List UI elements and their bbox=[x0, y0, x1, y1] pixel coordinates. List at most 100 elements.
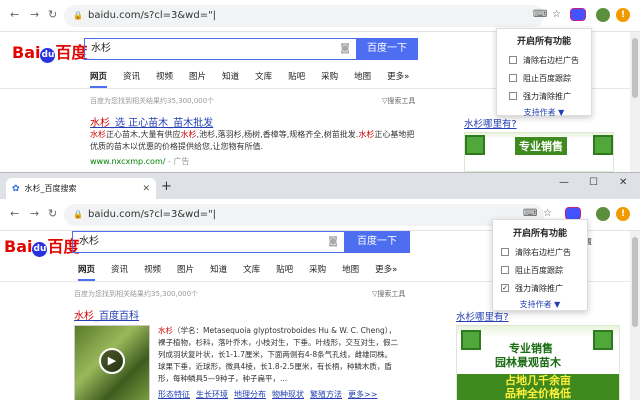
scrollbar[interactable] bbox=[630, 231, 640, 400]
camera-icon[interactable]: ◙ bbox=[340, 39, 350, 59]
update-icon[interactable]: ! bbox=[616, 207, 630, 221]
profile-avatar[interactable] bbox=[596, 207, 610, 221]
baidu-logo[interactable]: Baidu百度 bbox=[12, 39, 88, 63]
option-remove-sidebar-ads[interactable]: 清除右边栏广告 bbox=[497, 51, 591, 69]
desc-text: （学名：Metasequoia glyptostroboides Hu & W.… bbox=[173, 326, 397, 335]
extension-adblock-icon[interactable] bbox=[570, 8, 586, 21]
result-url-text: www.nxcxmp.com/ bbox=[90, 157, 166, 166]
address-bar[interactable]: 🔒 baidu.com/s?cl=3&wd="| bbox=[64, 204, 544, 226]
tab-tieba[interactable]: 贴吧 bbox=[288, 70, 305, 88]
baidu-logo[interactable]: Baidu百度 bbox=[4, 233, 80, 257]
side-ad-title[interactable]: 水杉哪里有? bbox=[464, 116, 517, 130]
scrollbar[interactable] bbox=[630, 32, 640, 172]
bookmark-star-icon[interactable]: ☆ bbox=[552, 9, 561, 20]
tab-video[interactable]: 视频 bbox=[144, 263, 161, 281]
desc-highlight: 水杉 bbox=[158, 326, 173, 335]
forward-icon[interactable]: → bbox=[30, 207, 39, 220]
tab-map[interactable]: 地图 bbox=[354, 70, 371, 88]
option-block-tracking[interactable]: 阻止百度跟踪 bbox=[497, 69, 591, 87]
tab-wenku[interactable]: 文库 bbox=[255, 70, 272, 88]
sublink-more[interactable]: 更多>> bbox=[348, 389, 377, 400]
back-icon[interactable]: ← bbox=[10, 207, 19, 220]
side-ad-image[interactable]: 专业销售 园林景观苗木 占地几千余亩 品种全价格低 bbox=[456, 325, 620, 400]
tab-purchase[interactable]: 采购 bbox=[309, 263, 326, 281]
checkbox[interactable] bbox=[509, 56, 517, 64]
reload-icon[interactable]: ↻ bbox=[48, 8, 57, 21]
browser-tab[interactable]: ✿ 水杉_百度搜索 ✕ bbox=[6, 178, 156, 199]
ad-logo-square bbox=[461, 330, 481, 350]
back-icon[interactable]: ← bbox=[10, 8, 19, 21]
tab-more[interactable]: 更多» bbox=[387, 70, 409, 88]
side-ad-title[interactable]: 水杉哪里有? bbox=[456, 309, 509, 323]
translate-icon[interactable]: ⌨ bbox=[523, 208, 537, 219]
ad-label: - 广告 bbox=[167, 157, 190, 166]
result-thumbnail[interactable]: ▶ bbox=[74, 325, 150, 400]
tab-purchase[interactable]: 采购 bbox=[321, 70, 338, 88]
scrollbar-thumb[interactable] bbox=[632, 237, 638, 327]
checkbox[interactable] bbox=[501, 266, 509, 274]
scrollbar-thumb[interactable] bbox=[632, 38, 638, 98]
minimize-icon[interactable]: — bbox=[559, 177, 569, 188]
maximize-icon[interactable]: ☐ bbox=[589, 177, 598, 188]
checkbox[interactable] bbox=[509, 74, 517, 82]
sublink-habitat[interactable]: 生长环境 bbox=[196, 389, 228, 400]
sublink-morphology[interactable]: 形态特征 bbox=[158, 389, 190, 400]
sublink-distribution[interactable]: 地理分布 bbox=[234, 389, 266, 400]
reload-icon[interactable]: ↻ bbox=[48, 207, 57, 220]
tab-tieba[interactable]: 贴吧 bbox=[276, 263, 293, 281]
search-tools-label: 搜索工具 bbox=[377, 290, 406, 298]
profile-avatar[interactable] bbox=[596, 8, 610, 22]
tab-wenku[interactable]: 文库 bbox=[243, 263, 260, 281]
desc-highlight: 水杉 bbox=[90, 130, 106, 139]
desc-highlight: 水杉 bbox=[358, 130, 375, 139]
forward-icon[interactable]: → bbox=[30, 8, 39, 21]
support-author-link[interactable]: 支持作者 ▼ bbox=[493, 299, 587, 310]
search-input[interactable]: 水杉 ◙ bbox=[72, 231, 344, 253]
tab-zhidao[interactable]: 知道 bbox=[210, 263, 227, 281]
camera-icon[interactable]: ◙ bbox=[328, 232, 338, 252]
logo-text-baidu: 百度 bbox=[55, 43, 88, 62]
option-block-tracking[interactable]: 阻止百度跟踪 bbox=[493, 261, 587, 279]
tab-images[interactable]: 图片 bbox=[189, 70, 206, 88]
search-button[interactable]: 百度一下 bbox=[356, 38, 418, 60]
tab-video[interactable]: 视频 bbox=[156, 70, 173, 88]
close-window-icon[interactable]: ✕ bbox=[619, 177, 627, 188]
result-title-link[interactable]: 水杉_百度百科 bbox=[74, 307, 139, 322]
tab-map[interactable]: 地图 bbox=[342, 263, 359, 281]
tab-more[interactable]: 更多» bbox=[375, 263, 397, 281]
update-icon[interactable]: ! bbox=[616, 8, 630, 22]
search-input[interactable]: 水杉 ◙ bbox=[84, 38, 356, 60]
option-remove-promotions[interactable]: 强力清除推广 bbox=[497, 87, 591, 105]
tab-web[interactable]: 网页 bbox=[78, 263, 96, 281]
option-remove-promotions[interactable]: ✓ 强力清除推广 bbox=[493, 279, 587, 297]
sublink-propagation[interactable]: 繁殖方法 bbox=[310, 389, 342, 400]
new-tab-button[interactable]: + bbox=[161, 179, 172, 194]
address-bar[interactable]: 🔒 baidu.com/s?cl=3&wd="| bbox=[64, 5, 544, 27]
search-tools-button[interactable]: ▽搜索工具 bbox=[382, 96, 415, 106]
result-url[interactable]: www.nxcxmp.com/ - 广告 bbox=[90, 156, 189, 167]
ad-text-line-2: 园林景观苗木 bbox=[495, 356, 561, 369]
tab-images[interactable]: 图片 bbox=[177, 263, 194, 281]
play-icon[interactable]: ▶ bbox=[99, 348, 125, 374]
tab-zhidao[interactable]: 知道 bbox=[222, 70, 239, 88]
bookmark-star-icon[interactable]: ☆ bbox=[543, 208, 552, 219]
side-ad-image[interactable]: 专业销售 bbox=[464, 132, 614, 172]
translate-icon[interactable]: ⌨ bbox=[533, 9, 547, 20]
tab-news[interactable]: 资讯 bbox=[111, 263, 128, 281]
support-author-link[interactable]: 支持作者 ▼ bbox=[497, 107, 591, 118]
result-title-highlight: 水杉 bbox=[90, 118, 110, 129]
search-query: 水杉 bbox=[91, 43, 111, 54]
checkbox[interactable] bbox=[509, 92, 517, 100]
search-nav-tabs: 网页 资讯 视频 图片 知道 文库 贴吧 采购 地图 更多» bbox=[78, 263, 413, 281]
option-remove-sidebar-ads[interactable]: 清除右边栏广告 bbox=[493, 243, 587, 261]
search-button[interactable]: 百度一下 bbox=[344, 231, 410, 253]
checkbox[interactable] bbox=[501, 248, 509, 256]
sublink-status[interactable]: 物种现状 bbox=[272, 389, 304, 400]
tab-web[interactable]: 网页 bbox=[90, 70, 108, 88]
checkbox-checked[interactable]: ✓ bbox=[501, 284, 509, 292]
tab-close-icon[interactable]: ✕ bbox=[142, 184, 150, 194]
result-title-link[interactable]: 水杉_选 正心苗木_苗木批发 bbox=[90, 114, 213, 129]
search-tools-button[interactable]: ▽搜索工具 bbox=[372, 289, 405, 299]
tab-news[interactable]: 资讯 bbox=[123, 70, 140, 88]
logo-paw: du bbox=[40, 48, 56, 63]
